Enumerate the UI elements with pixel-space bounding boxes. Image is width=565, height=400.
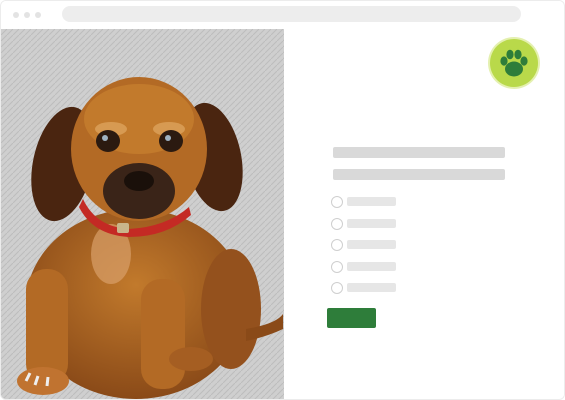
paw-print-icon [490,39,538,87]
radio-button[interactable] [331,260,343,273]
radio-option[interactable] [331,237,451,259]
radio-option[interactable] [331,194,451,216]
paw-print-glyph [500,49,528,77]
radio-button[interactable] [331,217,343,230]
title-bar [1,1,564,29]
radio-option-label-placeholder [347,218,396,228]
heading-placeholder [333,147,505,158]
radio-option-list [331,194,451,302]
radio-button[interactable] [331,282,343,294]
window-minimize-dot[interactable] [24,12,30,18]
puppy-photo [1,29,284,399]
subheading-placeholder [333,169,505,180]
address-bar[interactable] [62,6,521,22]
submit-button[interactable] [327,308,376,328]
window-maximize-dot[interactable] [35,12,41,18]
browser-window [0,0,565,400]
radio-button[interactable] [331,196,343,208]
radio-option-label-placeholder [347,197,396,206]
radio-option[interactable] [331,216,451,238]
window-close-dot[interactable] [13,12,19,18]
radio-option-label-placeholder [347,240,396,249]
form-panel [284,29,564,399]
radio-button[interactable] [331,239,343,251]
puppy-illustration [1,29,284,399]
radio-option[interactable] [331,280,451,302]
radio-option-label-placeholder [347,261,396,271]
radio-option-label-placeholder [347,283,396,292]
radio-option[interactable] [331,259,451,281]
